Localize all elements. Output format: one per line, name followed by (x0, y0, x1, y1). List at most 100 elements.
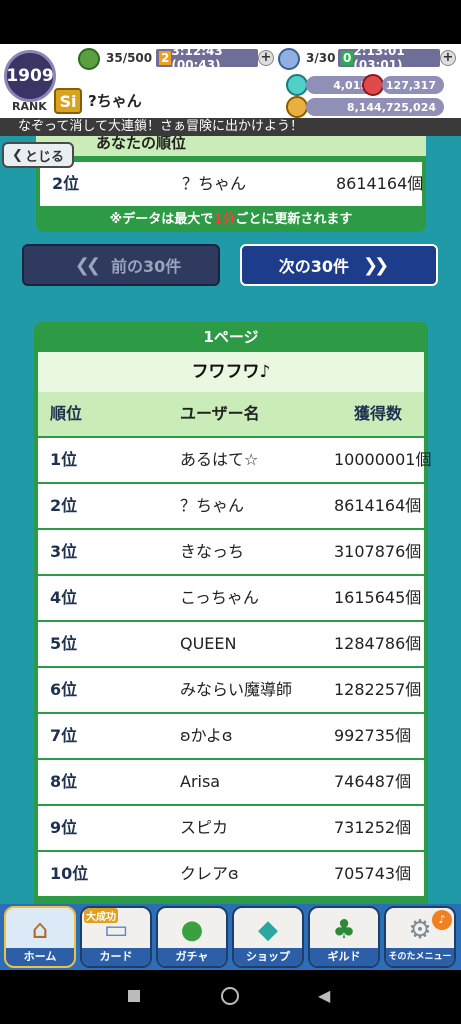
my-rank-position: 2位 (52, 174, 80, 193)
row-rank: 9位 (50, 818, 78, 837)
stamina-count: 35/500 (106, 51, 153, 65)
row-name: きなっち (180, 542, 245, 561)
ticket-plus-button[interactable]: + (440, 50, 456, 66)
next-page-button[interactable]: 次の30件 ❯❯ (240, 244, 438, 286)
home-icon: ⌂ (31, 915, 49, 945)
table-row: 4位 こっちゃん 1615645個 (38, 576, 424, 620)
back-chevron-icon: ❮ (12, 147, 23, 163)
table-header: 順位 ユーザー名 獲得数 (38, 392, 424, 436)
row-score: 1615645個 (334, 588, 422, 607)
row-name: ？ちゃん (180, 496, 245, 515)
gem-icon (362, 74, 384, 96)
table-row: 7位 ʚかよɞ 992735個 (38, 714, 424, 758)
group-name: フワフワ♪ (191, 362, 271, 382)
row-rank: 7位 (50, 726, 78, 745)
stamina-plus-button[interactable]: + (258, 50, 274, 66)
android-nav-bar: ◀ (0, 970, 461, 1024)
update-note: ※データは最大で1分ごとに更新されます (36, 208, 426, 227)
card-badge: 大成功 (84, 908, 118, 923)
row-score: 1284786個 (334, 634, 422, 653)
ticket-timer: 0 2:13:01 (03:01) (338, 44, 440, 72)
nav-gacha[interactable]: ● ガチャ (156, 906, 228, 968)
ticket-count: 3/30 (306, 51, 336, 65)
row-rank: 10位 (50, 864, 89, 883)
my-rank-name: ？ちゃん (182, 174, 247, 193)
table-row: 3位 きなっち 3107876個 (38, 530, 424, 574)
nav-shop-label: ショップ (234, 948, 302, 966)
table-row: 9位 スピカ 731252個 (38, 806, 424, 850)
nav-guild[interactable]: ♣ ギルド (308, 906, 380, 968)
row-rank: 2位 (50, 496, 78, 515)
row-name: スピカ (180, 818, 229, 837)
table-row: 5位 QUEEN 1284786個 (38, 622, 424, 666)
table-row: 6位 みならい魔導師 1282257個 (38, 668, 424, 712)
row-rank: 6位 (50, 680, 78, 699)
row-rank: 4位 (50, 588, 78, 607)
row-name: Arisa (180, 772, 221, 791)
table-row: 1位 あるはて☆ 10000001個 (38, 438, 431, 482)
gacha-icon: ● (180, 915, 204, 945)
nav-card[interactable]: ▭ 大成功 カード (80, 906, 152, 968)
ticket-icon (278, 48, 300, 70)
double-chevron-right-icon: ❯❯ (363, 254, 389, 276)
si-badge: Si (54, 88, 82, 114)
update-note-suffix: ごとに更新されます (235, 212, 353, 227)
row-name: QUEEN (180, 634, 237, 653)
prev-page-label: 前の30件 (110, 257, 182, 276)
magic-stone-icon (286, 74, 308, 96)
coin-count: 8,144,725,024 (306, 98, 444, 116)
table-row: 2位 ？ちゃん 8614164個 (38, 484, 424, 528)
close-button[interactable]: ❮ とじる (2, 142, 74, 168)
row-score: 746487個 (334, 772, 412, 791)
close-button-label: とじる (24, 149, 64, 165)
col-name: ユーザー名 (180, 404, 260, 423)
next-page-label: 次の30件 (278, 257, 350, 276)
group-box: フワフワ♪ (38, 352, 424, 392)
update-note-highlight: 1分 (213, 212, 236, 227)
col-score: 獲得数 (354, 404, 403, 423)
row-rank: 5位 (50, 634, 78, 653)
row-score: 731252個 (334, 818, 412, 837)
stamina-timer: 2 3:12:43 (00:43) (156, 44, 258, 72)
sound-icon[interactable]: ♪ (432, 910, 452, 930)
row-rank: 3位 (50, 542, 78, 561)
player-name: ?ちゃん (88, 92, 142, 110)
back-triangle-button[interactable]: ◀ (318, 986, 330, 1005)
row-name: ʚかよɞ (180, 726, 233, 745)
col-rank: 順位 (50, 404, 83, 423)
nav-card-label: カード (82, 948, 150, 966)
stamina-timer-rest: 3:12:43 (00:43) (171, 44, 223, 72)
ranking-panel: 1ページ フワフワ♪ 順位 ユーザー名 獲得数 1位 あるはて☆ 1000000… (34, 322, 431, 910)
my-rank-row: 2位 ？ちゃん 8614164個 (40, 162, 424, 206)
page-label: 1ページ (203, 328, 259, 346)
double-chevron-left-icon: ❮❮ (74, 254, 101, 276)
my-rank-score: 8614164個 (336, 174, 424, 193)
guild-icon: ♣ (332, 915, 356, 945)
rank-value: 1909 (6, 66, 54, 86)
row-score: 10000001個 (334, 450, 432, 469)
recents-button[interactable] (128, 990, 140, 1002)
nav-menu[interactable]: ⚙ ♪ そのたメニュー (384, 906, 456, 968)
header: 1909 RANK 35/500 2 3:12:43 (00:43) + 3/30… (0, 44, 461, 118)
ticket-timer-hl: 0 (341, 51, 354, 65)
home-circle-button[interactable] (221, 987, 239, 1005)
table-row: 10位 クレアɞ 705743個 (38, 852, 424, 896)
stamina-icon (78, 48, 100, 70)
prev-page-button[interactable]: ❮❮ 前の30件 (22, 244, 220, 286)
row-name: みならい魔導師 (180, 680, 293, 699)
rank-label: RANK (12, 100, 47, 113)
status-bar (0, 0, 461, 44)
row-name: クレアɞ (180, 864, 239, 883)
row-rank: 1位 (50, 450, 78, 469)
rank-badge[interactable]: 1909 (4, 50, 56, 102)
coin-icon (286, 96, 308, 118)
nav-home[interactable]: ⌂ ホーム (4, 906, 76, 968)
nav-shop[interactable]: ◆ ショップ (232, 906, 304, 968)
nav-guild-label: ギルド (310, 948, 378, 966)
ticket-timer-rest: 2:13:01 (03:01) (353, 44, 405, 72)
row-score: 1282257個 (334, 680, 422, 699)
row-score: 8614164個 (334, 496, 422, 515)
my-rank-panel: あなたの順位 2位 ？ちゃん 8614164個 ※データは最大で1分ごとに更新さ… (36, 136, 426, 232)
news-ticker: なぞって消して大連鎖！さぁ冒険に出かけよう！ (0, 118, 461, 136)
my-rank-title: あなたの順位 (36, 136, 426, 156)
